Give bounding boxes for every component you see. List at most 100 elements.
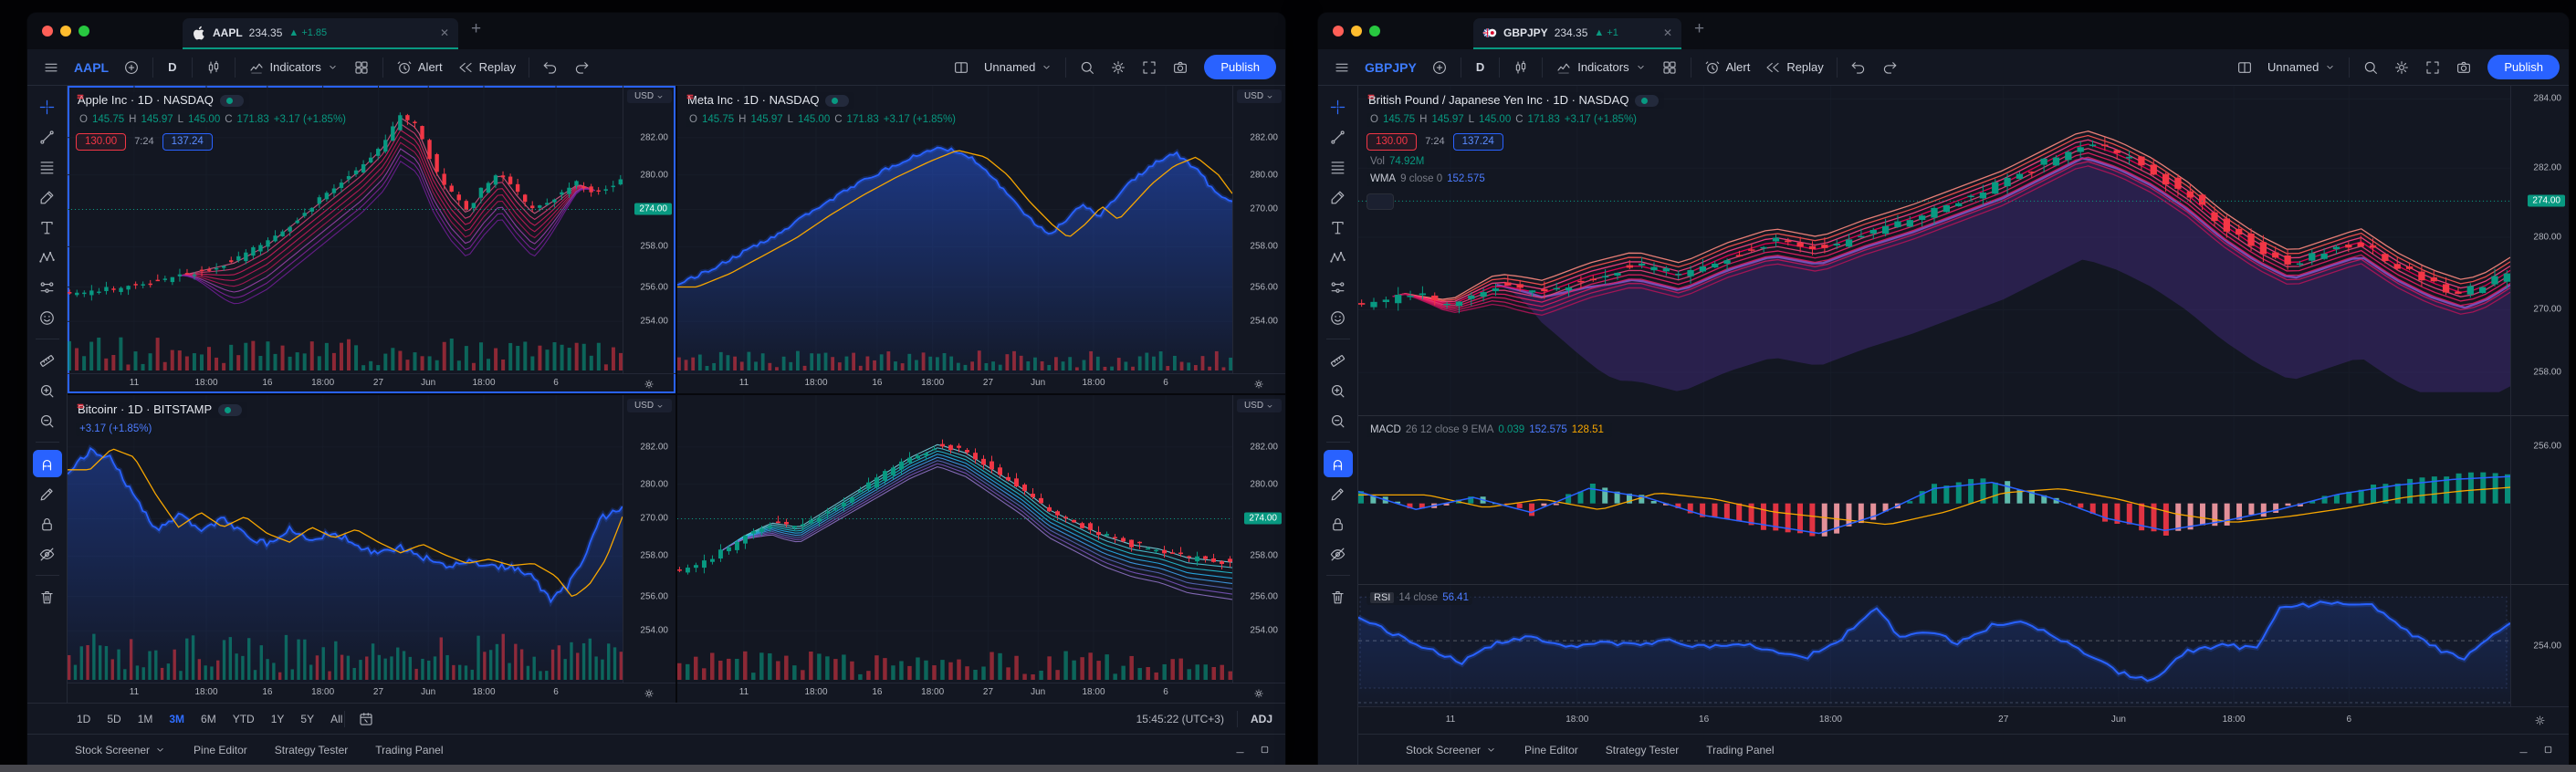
timeframe-all[interactable]: All bbox=[330, 713, 342, 725]
go-to-date-icon[interactable] bbox=[358, 711, 374, 727]
time-axis[interactable]: 1118:001618:0027Jun18:006 bbox=[68, 373, 675, 393]
axis-settings-gear-icon[interactable] bbox=[644, 379, 654, 390]
edit-pencil-icon[interactable] bbox=[1324, 480, 1353, 507]
timeframe-1m[interactable]: 1M bbox=[138, 713, 153, 725]
lock-icon[interactable] bbox=[33, 510, 62, 537]
timeframe-1y[interactable]: 1Y bbox=[271, 713, 285, 725]
minimize-panel-icon[interactable] bbox=[2518, 744, 2529, 756]
bottom-tab-strategy-tester[interactable]: Strategy Tester bbox=[275, 744, 348, 756]
edit-pencil-icon[interactable] bbox=[33, 480, 62, 507]
menu-icon[interactable] bbox=[37, 56, 66, 79]
minimize-panel-icon[interactable] bbox=[1234, 744, 1246, 756]
bid-price[interactable]: 130.00 bbox=[1367, 133, 1417, 151]
ask-price[interactable]: 137.24 bbox=[1453, 133, 1503, 151]
time-axis[interactable]: 1118:001618:0027Jun18:006 bbox=[677, 373, 1285, 393]
close-tab-icon[interactable]: ✕ bbox=[1663, 26, 1672, 39]
timeframe-6m[interactable]: 6M bbox=[201, 713, 216, 725]
replay-button[interactable]: Replay bbox=[1758, 56, 1829, 79]
chart-canvas-gbpjpy[interactable]: British Pound / Japanese Yen Inc · 1D · … bbox=[1358, 86, 2510, 415]
emoji-icon[interactable] bbox=[33, 304, 62, 331]
alert-button[interactable]: Alert bbox=[1698, 56, 1757, 79]
browser-tab-aapl[interactable]: AAPL 234.35 ▲ +1.85 ✕ bbox=[183, 18, 458, 49]
zoom-window-button[interactable] bbox=[1369, 26, 1380, 37]
gear-icon[interactable] bbox=[2387, 56, 2416, 79]
interval-button[interactable]: D bbox=[160, 57, 184, 78]
measure-icon[interactable] bbox=[33, 347, 62, 374]
undo-icon[interactable] bbox=[536, 56, 565, 79]
close-window-button[interactable] bbox=[42, 26, 53, 37]
browser-tab-gbpjpy[interactable]: GBPJPY 234.35 ▲ +1 ✕ bbox=[1473, 18, 1681, 49]
eye-off-icon[interactable] bbox=[33, 540, 62, 568]
axis-settings-gear-icon[interactable] bbox=[644, 688, 654, 699]
clock[interactable]: 15:45:22 (UTC+3) bbox=[1136, 713, 1224, 725]
text-tool-icon[interactable] bbox=[1324, 214, 1353, 241]
source-pill[interactable] bbox=[218, 404, 242, 416]
axis-settings-gear-icon[interactable] bbox=[2534, 715, 2546, 726]
forecast-icon[interactable] bbox=[33, 274, 62, 301]
eye-off-icon[interactable] bbox=[1324, 540, 1353, 568]
xabcd-pattern-icon[interactable] bbox=[1324, 244, 1353, 271]
bottom-tab-stock-screener[interactable]: Stock Screener bbox=[75, 744, 166, 756]
fullscreen-icon[interactable] bbox=[2418, 56, 2447, 79]
timeframe-5d[interactable]: 5D bbox=[107, 713, 120, 725]
price-axis[interactable]: USD 282.00280.00274.00258.00256.00254.00 bbox=[1232, 395, 1285, 683]
zoom-in-icon[interactable] bbox=[33, 377, 62, 404]
chart-type-icon[interactable] bbox=[1506, 56, 1535, 79]
bottom-tab-stock-screener[interactable]: Stock Screener bbox=[1406, 744, 1497, 756]
wma-row[interactable]: WMA9 close 0152.575 bbox=[1367, 172, 1489, 186]
bottom-tab-trading-panel[interactable]: Trading Panel bbox=[375, 744, 443, 756]
chart-type-icon[interactable] bbox=[199, 56, 228, 79]
camera-icon[interactable] bbox=[1166, 56, 1195, 79]
chart-canvas-meta[interactable]: Meta Inc · 1D · NASDAQ O145.75 H145.97 L… bbox=[677, 86, 1232, 373]
chart-canvas-bitcoin[interactable]: Bitcoinr · 1D · BITSTAMP +3.17 (+1.85%) bbox=[68, 395, 623, 683]
search-icon[interactable] bbox=[2356, 56, 2385, 79]
price-axis[interactable]: 256.00 bbox=[2510, 416, 2569, 584]
expand-panel-icon[interactable] bbox=[2542, 744, 2554, 756]
layout-icon[interactable] bbox=[2230, 56, 2259, 79]
zoom-in-icon[interactable] bbox=[1324, 377, 1353, 404]
compare-icon[interactable] bbox=[117, 56, 146, 79]
symbol-button[interactable]: GBPJPY bbox=[1358, 57, 1423, 78]
fib-retracement-icon[interactable] bbox=[1324, 153, 1353, 181]
macd-row[interactable]: MACD 26 12 close 9 EMA 0.039152.575128.5… bbox=[1367, 423, 1612, 437]
lock-icon[interactable] bbox=[1324, 510, 1353, 537]
menu-icon[interactable] bbox=[1327, 56, 1356, 79]
ask-price[interactable]: 137.24 bbox=[162, 133, 213, 151]
text-tool-icon[interactable] bbox=[33, 214, 62, 241]
bottom-tab-pine-editor[interactable]: Pine Editor bbox=[1524, 744, 1578, 756]
zoom-window-button[interactable] bbox=[79, 26, 89, 37]
time-axis[interactable]: 1118:001618:0027Jun18:006 bbox=[677, 683, 1285, 703]
fullscreen-icon[interactable] bbox=[1135, 56, 1164, 79]
gear-icon[interactable] bbox=[1104, 56, 1133, 79]
timeframe-1d[interactable]: 1D bbox=[77, 713, 90, 725]
close-tab-icon[interactable]: ✕ bbox=[440, 26, 449, 39]
price-axis[interactable]: 254.00 bbox=[2510, 585, 2569, 706]
camera-icon[interactable] bbox=[2449, 56, 2478, 79]
chart-canvas-bitcoin-candles[interactable] bbox=[677, 395, 1232, 683]
collapse-legend-button[interactable] bbox=[1367, 193, 1394, 210]
price-axis[interactable]: USD 282.00280.00270.00258.00256.00254.00 bbox=[1232, 86, 1285, 373]
chart-canvas-macd[interactable]: MACD 26 12 close 9 EMA 0.039152.575128.5… bbox=[1358, 416, 2510, 584]
layout-icon[interactable] bbox=[947, 56, 976, 79]
source-pill[interactable] bbox=[825, 95, 849, 107]
publish-button[interactable]: Publish bbox=[1204, 55, 1276, 79]
rsi-row[interactable]: RSI 14 close 56.41 bbox=[1367, 591, 1472, 605]
layout-name-button[interactable]: Unnamed bbox=[2261, 57, 2342, 78]
price-axis[interactable]: 284.00282.00274.00280.00270.00258.00 bbox=[2510, 86, 2569, 415]
interval-button[interactable]: D bbox=[1468, 57, 1492, 78]
bottom-tab-strategy-tester[interactable]: Strategy Tester bbox=[1606, 744, 1679, 756]
axis-settings-gear-icon[interactable] bbox=[1253, 688, 1264, 699]
measure-icon[interactable] bbox=[1324, 347, 1353, 374]
indicator-templates-icon[interactable] bbox=[1655, 56, 1684, 79]
price-axis[interactable]: USD 282.00280.00270.00258.00256.00254.00 bbox=[623, 395, 675, 683]
volume-row[interactable]: Vol74.92M bbox=[1367, 155, 1428, 169]
chart-canvas-apple[interactable]: Apple Inc · 1D · NASDAQ O145.75 H145.97 … bbox=[68, 86, 623, 373]
bottom-tab-pine-editor[interactable]: Pine Editor bbox=[194, 744, 247, 756]
axis-settings-gear-icon[interactable] bbox=[1253, 379, 1264, 390]
expand-panel-icon[interactable] bbox=[1259, 744, 1271, 756]
price-axis[interactable]: USD 282.00280.00274.00258.00256.00254.00 bbox=[623, 86, 675, 373]
indicators-button[interactable]: Indicators bbox=[242, 56, 345, 79]
time-axis[interactable]: 1118:001618:0027Jun18:006 bbox=[68, 683, 675, 703]
new-tab-button[interactable]: + bbox=[471, 19, 481, 39]
undo-icon[interactable] bbox=[1844, 56, 1873, 79]
